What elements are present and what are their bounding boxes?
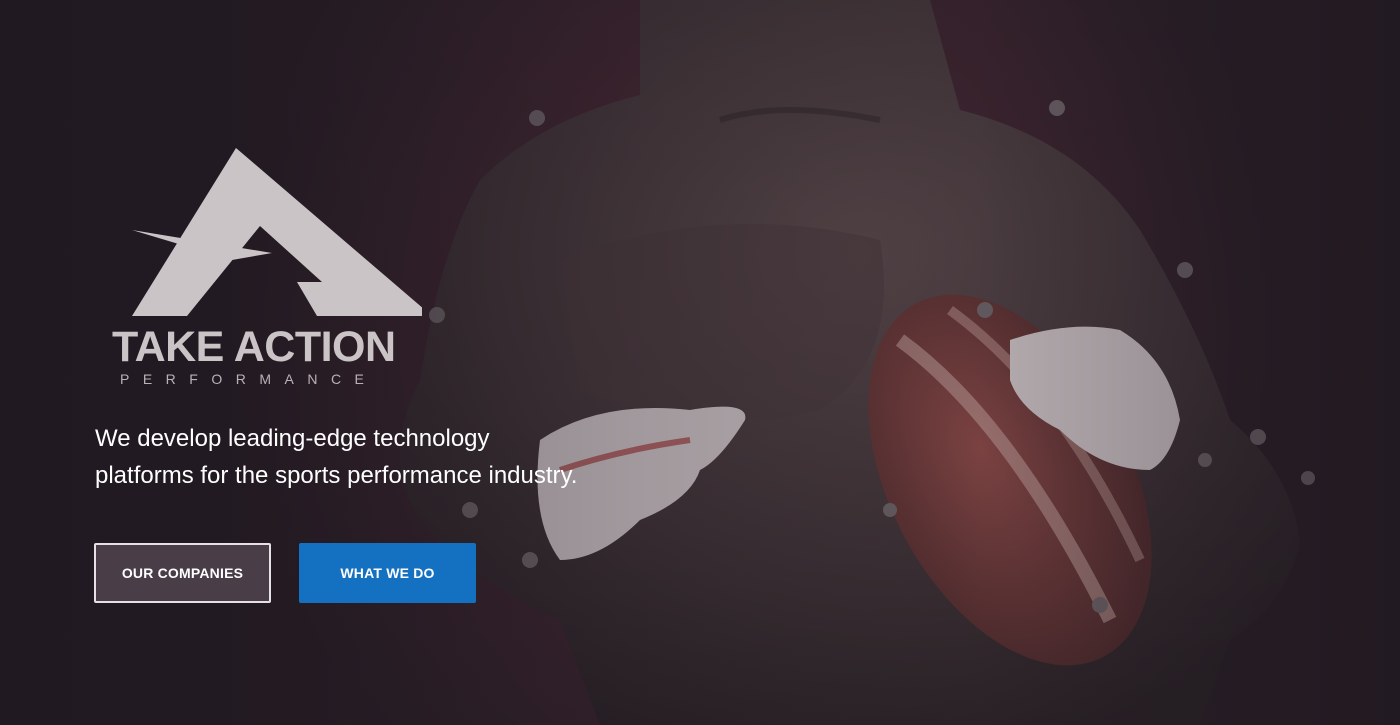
hero-section: TAKE ACTION PERFORMANCE We develop leadi… (0, 0, 1400, 725)
hero-tagline: We develop leading-edge technology platf… (95, 420, 635, 494)
logo-subtitle: PERFORMANCE (120, 371, 378, 387)
logo-wordmark: TAKE ACTION (112, 323, 396, 371)
tagline-line-2: platforms for the sports performance ind… (95, 462, 578, 489)
our-companies-button[interactable]: OUR COMPANIES (94, 543, 271, 603)
what-we-do-button[interactable]: WHAT WE DO (299, 543, 476, 603)
company-logo[interactable]: TAKE ACTION PERFORMANCE (112, 148, 447, 388)
logo-arrow-mark (132, 148, 422, 316)
tagline-line-1: We develop leading-edge technology (95, 425, 490, 452)
